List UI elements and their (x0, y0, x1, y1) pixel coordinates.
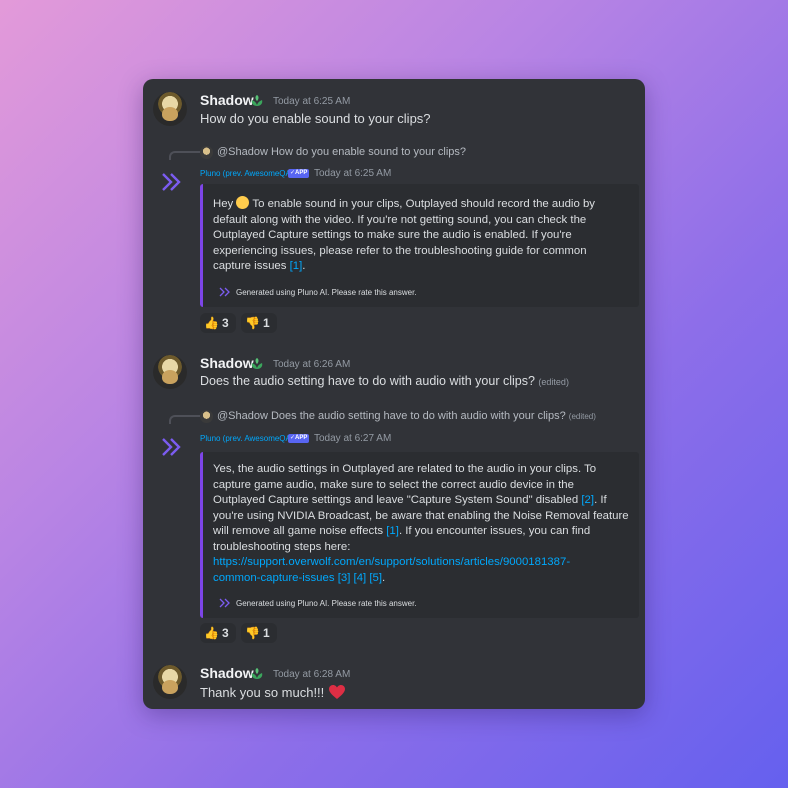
smile-emoji-icon (236, 196, 250, 209)
avatar[interactable] (153, 92, 187, 126)
reaction-count: 1 (262, 316, 270, 330)
message-text: Does the audio setting have to do with a… (200, 374, 569, 388)
embed-line: will remove all game noise effects (213, 525, 384, 537)
timestamp: Today at 6:26 AM (273, 359, 351, 370)
answer-embed: Yes, the audio settings in Outplayed are… (200, 452, 639, 618)
chat-window: Shadow Today at 6:25 AM How do you enabl… (143, 79, 645, 709)
reaction-thumbs-down[interactable]: 👎 1 (241, 313, 277, 333)
embed-body: Yes, the audio settings in Outplayed are… (213, 462, 637, 586)
thumbs-up-icon: 👍 (204, 316, 219, 330)
greeting: Hey (213, 198, 234, 210)
timestamp: Today at 6:25 AM (314, 168, 392, 179)
edited-label: (edited) (568, 412, 596, 421)
embed-line: . If you encounter issues, you can find (398, 525, 591, 537)
timestamp: Today at 6:28 AM (273, 669, 351, 680)
message-body: Thank you so much!!! (200, 685, 325, 700)
reply-connector (169, 151, 203, 160)
support-link[interactable]: common-capture-issues (213, 572, 335, 584)
citation-links[interactable]: [3] [4] [5] (338, 572, 382, 584)
app-tag: ✓APP (288, 169, 310, 178)
embed-line: default along with the video. If you're … (213, 213, 587, 226)
embed-line: Yes, the audio settings in Outplayed are… (213, 463, 597, 475)
leaf-badge-icon (251, 668, 263, 679)
timestamp: Today at 6:27 AM (314, 433, 392, 444)
app-tag: ✓APP (288, 434, 310, 443)
edited-label: (edited) (538, 377, 569, 387)
thumbs-down-icon: 👎 (245, 316, 260, 330)
embed-line: To enable sound in your clips, Outplayed… (252, 198, 595, 210)
thumbs-up-icon: 👍 (204, 626, 219, 640)
thumbs-down-icon: 👎 (245, 626, 260, 640)
reply-connector (169, 415, 203, 424)
citation-link[interactable]: [2] (581, 494, 594, 506)
reply-preview[interactable]: @Shadow How do you enable sound to your … (217, 146, 466, 158)
leaf-badge-icon (251, 95, 263, 106)
reaction-count: 3 (221, 316, 229, 330)
avatar[interactable] (153, 355, 187, 389)
leaf-badge-icon (251, 358, 263, 369)
reply-preview[interactable]: @Shadow Does the audio setting have to d… (217, 410, 596, 422)
pluno-chevron-icon[interactable] (161, 171, 183, 193)
reaction-count: 1 (262, 626, 270, 640)
author-name[interactable]: Shadow (200, 355, 254, 371)
embed-line: . If (594, 494, 607, 506)
author-name[interactable]: Shadow (200, 92, 254, 108)
pluno-chevron-icon[interactable] (161, 436, 183, 458)
heart-icon (328, 685, 345, 699)
pluno-chevron-icon (219, 598, 230, 608)
bot-name[interactable]: Pluno (prev. AwesomeQA) (200, 169, 294, 178)
reaction-count: 3 (221, 626, 229, 640)
reaction-thumbs-up[interactable]: 👍 3 (200, 313, 236, 333)
embed-line: experiencing issues, please refer to the… (213, 244, 587, 257)
answer-embed: Hey To enable sound in your clips, Outpl… (200, 184, 639, 307)
author-name[interactable]: Shadow (200, 665, 254, 681)
embed-line: troubleshooting steps here: (213, 540, 351, 553)
reaction-thumbs-up[interactable]: 👍 3 (200, 623, 236, 643)
message-text: Thank you so much!!! (200, 684, 346, 700)
support-link[interactable]: https://support.overwolf.com/en/support/… (213, 555, 637, 571)
embed-body: Hey To enable sound in your clips, Outpl… (213, 196, 633, 275)
embed-line: Outplayed Capture settings and leave "Ca… (213, 494, 579, 506)
reply-avatar (200, 410, 213, 423)
embed-footer: Generated using Pluno AI. Please rate th… (236, 288, 417, 297)
avatar[interactable] (153, 665, 187, 699)
reaction-thumbs-down[interactable]: 👎 1 (241, 623, 277, 643)
embed-line: capture game audio, make sure to select … (213, 478, 574, 491)
reply-preview-text: @Shadow Does the audio setting have to d… (217, 410, 566, 422)
embed-footer: Generated using Pluno AI. Please rate th… (236, 599, 417, 608)
citation-link[interactable]: [1] (290, 260, 303, 272)
timestamp: Today at 6:25 AM (273, 96, 351, 107)
embed-line: capture issues (213, 260, 287, 272)
embed-line: Outplayed Capture settings to make sure … (213, 229, 572, 241)
reply-avatar (200, 146, 213, 159)
message-body: Does the audio setting have to do with a… (200, 374, 535, 388)
citation-link[interactable]: [1] (386, 525, 399, 537)
embed-line: you're using NVIDIA Broadcast, be aware … (213, 509, 629, 522)
bot-name[interactable]: Pluno (prev. AwesomeQA) (200, 434, 294, 443)
message-text: How do you enable sound to your clips? (200, 111, 431, 126)
pluno-chevron-icon (219, 287, 230, 297)
